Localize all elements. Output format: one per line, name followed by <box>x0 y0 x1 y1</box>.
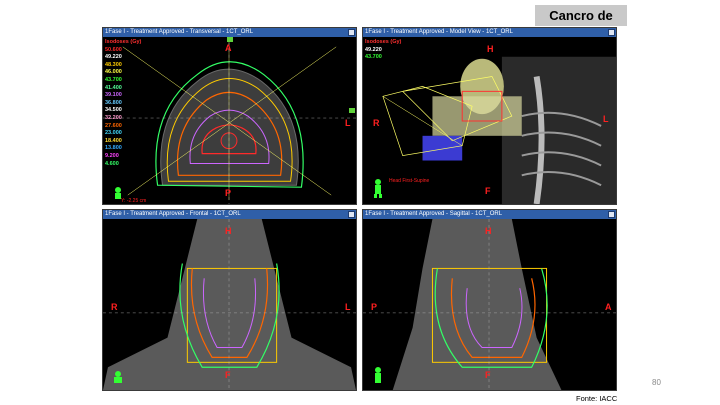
isodose-legend-item: 4.600 <box>105 160 119 167</box>
slide-title: Cancro de ORL <box>535 5 627 44</box>
model-view-title: 1Fase I - Treatment Approved - Model Vie… <box>365 29 513 35</box>
orientation-anterior: A <box>225 43 232 53</box>
isodose-legend-header: Isodoses (Gy) <box>105 39 142 45</box>
orientation-left: L <box>603 114 609 124</box>
right-slider-handle[interactable] <box>349 108 355 113</box>
transversal-view-panel[interactable]: 1Fase I - Treatment Approved - Transvers… <box>102 27 357 205</box>
source-credit: Fonte: IACC <box>576 394 618 403</box>
patient-orientation-icon <box>115 187 121 199</box>
orientation-foot: F <box>485 370 491 380</box>
orientation-left: L <box>345 118 351 128</box>
orientation-posterior: P <box>225 188 232 198</box>
orientation-posterior: P <box>371 302 378 312</box>
model-view-dose-line-1: 49.220 <box>365 46 382 53</box>
patient-orientation-icon <box>114 371 122 383</box>
isodose-legend-item: 32.200 <box>105 114 122 121</box>
model-view-dose-line-2: 43.700 <box>365 54 382 61</box>
maximize-icon[interactable] <box>608 29 615 36</box>
isodose-legend-item: 34.500 <box>105 107 122 114</box>
sagittal-view-title: 1Fase I - Treatment Approved - Sagittal … <box>365 211 503 217</box>
orientation-foot: F <box>225 370 231 380</box>
page-number: 80 <box>652 378 661 387</box>
model-view-dose-legend: Isodoses (Gy) 49.220 43.700 <box>365 39 401 62</box>
orientation-right: R <box>111 302 118 312</box>
model-view-dose-header: Isodoses (Gy) <box>365 39 402 45</box>
patient-position-label: Head First-Supine <box>389 178 430 184</box>
model-view-titlebar: 1Fase I - Treatment Approved - Model Vie… <box>363 28 616 37</box>
patient-orientation-icon <box>374 179 382 198</box>
frontal-view-titlebar: 1Fase I - Treatment Approved - Frontal -… <box>103 210 356 219</box>
isodose-legend-item: 46.000 <box>105 69 122 76</box>
orientation-head: H <box>487 44 494 54</box>
patient-orientation-icon <box>375 367 381 383</box>
isodose-legend-item: 27.600 <box>105 122 122 129</box>
orientation-foot: F <box>485 186 491 196</box>
isodose-legend-item: 43.700 <box>105 76 122 83</box>
model-view-panel[interactable]: 1Fase I - Treatment Approved - Model Vie… <box>362 27 617 205</box>
transversal-view-titlebar: 1Fase I - Treatment Approved - Transvers… <box>103 28 356 37</box>
frontal-view-panel[interactable]: 1Fase I - Treatment Approved - Frontal -… <box>102 209 357 391</box>
isodose-legend-item: 23.000 <box>105 130 122 137</box>
orientation-anterior: A <box>605 302 612 312</box>
maximize-icon[interactable] <box>348 211 355 218</box>
isodose-legend-item: 18.400 <box>105 137 122 144</box>
isodose-legend-item: 9.200 <box>105 152 119 159</box>
top-slider-handle[interactable] <box>227 37 233 42</box>
isodose-legend-item: 39.100 <box>105 92 122 99</box>
isodose-legend-item: 49.220 <box>105 54 122 61</box>
isodose-legend-item: 48.300 <box>105 61 122 68</box>
transversal-view-title: 1Fase I - Treatment Approved - Transvers… <box>105 29 254 35</box>
maximize-icon[interactable] <box>348 29 355 36</box>
isodose-legend-item: 50.600 <box>105 46 122 53</box>
maximize-icon[interactable] <box>608 211 615 218</box>
sagittal-view-panel[interactable]: 1Fase I - Treatment Approved - Sagittal … <box>362 209 617 391</box>
frontal-image[interactable] <box>103 219 356 390</box>
orientation-right: R <box>373 118 380 128</box>
sagittal-view-titlebar: 1Fase I - Treatment Approved - Sagittal … <box>363 210 616 219</box>
orientation-left: L <box>345 302 351 312</box>
isodose-legend: Isodoses (Gy) 50.600 49.220 48.300 46.000 43… <box>105 39 141 168</box>
isodose-legend-item: 36.800 <box>105 99 122 106</box>
orientation-head: H <box>485 226 492 236</box>
frontal-view-title: 1Fase I - Treatment Approved - Frontal -… <box>105 211 241 217</box>
isodose-legend-item: 41.400 <box>105 84 122 91</box>
orientation-head: H <box>225 226 232 236</box>
isodose-legend-item: 13.800 <box>105 145 122 152</box>
sagittal-image[interactable] <box>363 219 616 390</box>
